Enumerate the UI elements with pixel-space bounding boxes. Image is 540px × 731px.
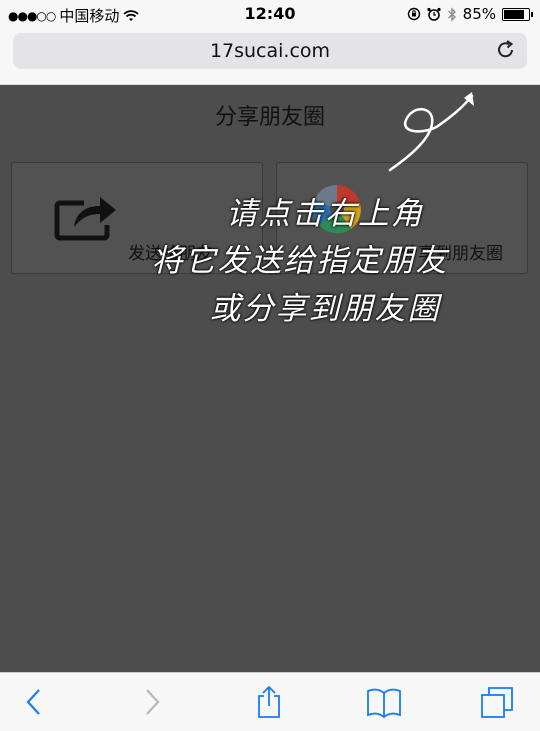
bluetooth-icon [447,6,456,22]
tabs-icon[interactable] [480,685,516,719]
reload-icon[interactable] [495,39,517,61]
url-field[interactable]: 17sucai.com [13,33,527,69]
bookmarks-button[interactable] [366,685,402,719]
status-right: 85% [407,5,533,23]
share-forward-icon [54,197,116,241]
hint-line-3: 或分享到朋友圈 [209,291,441,327]
battery-icon [502,7,533,21]
hint-line-1: 请点击右上角 [226,196,424,232]
orientation-lock-icon [407,7,420,21]
share-button[interactable] [251,685,287,719]
page-content: 分享朋友圈 发送给朋友 分享到朋友圈 请点击右上角 将它发送给指定朋友 或分享到… [0,85,540,672]
back-button[interactable] [16,685,52,719]
alarm-icon [427,7,441,21]
share-icon[interactable] [251,685,287,719]
battery-percent: 85% [462,5,496,23]
hint-line-2: 将它发送给指定朋友 [151,243,449,279]
address-bar: 17sucai.com [0,28,540,85]
back-icon[interactable] [16,685,52,719]
forward-icon[interactable] [134,685,170,719]
url-text[interactable]: 17sucai.com [13,40,527,62]
status-bar: ●●●○○ 中国移动 12:40 85% [0,0,540,28]
bottom-toolbar [0,672,540,731]
forward-button[interactable] [134,685,170,719]
battery-level [504,9,525,19]
tabs-button[interactable] [480,685,516,719]
bookmarks-icon[interactable] [366,685,402,719]
hint-arrow-icon [388,92,474,172]
